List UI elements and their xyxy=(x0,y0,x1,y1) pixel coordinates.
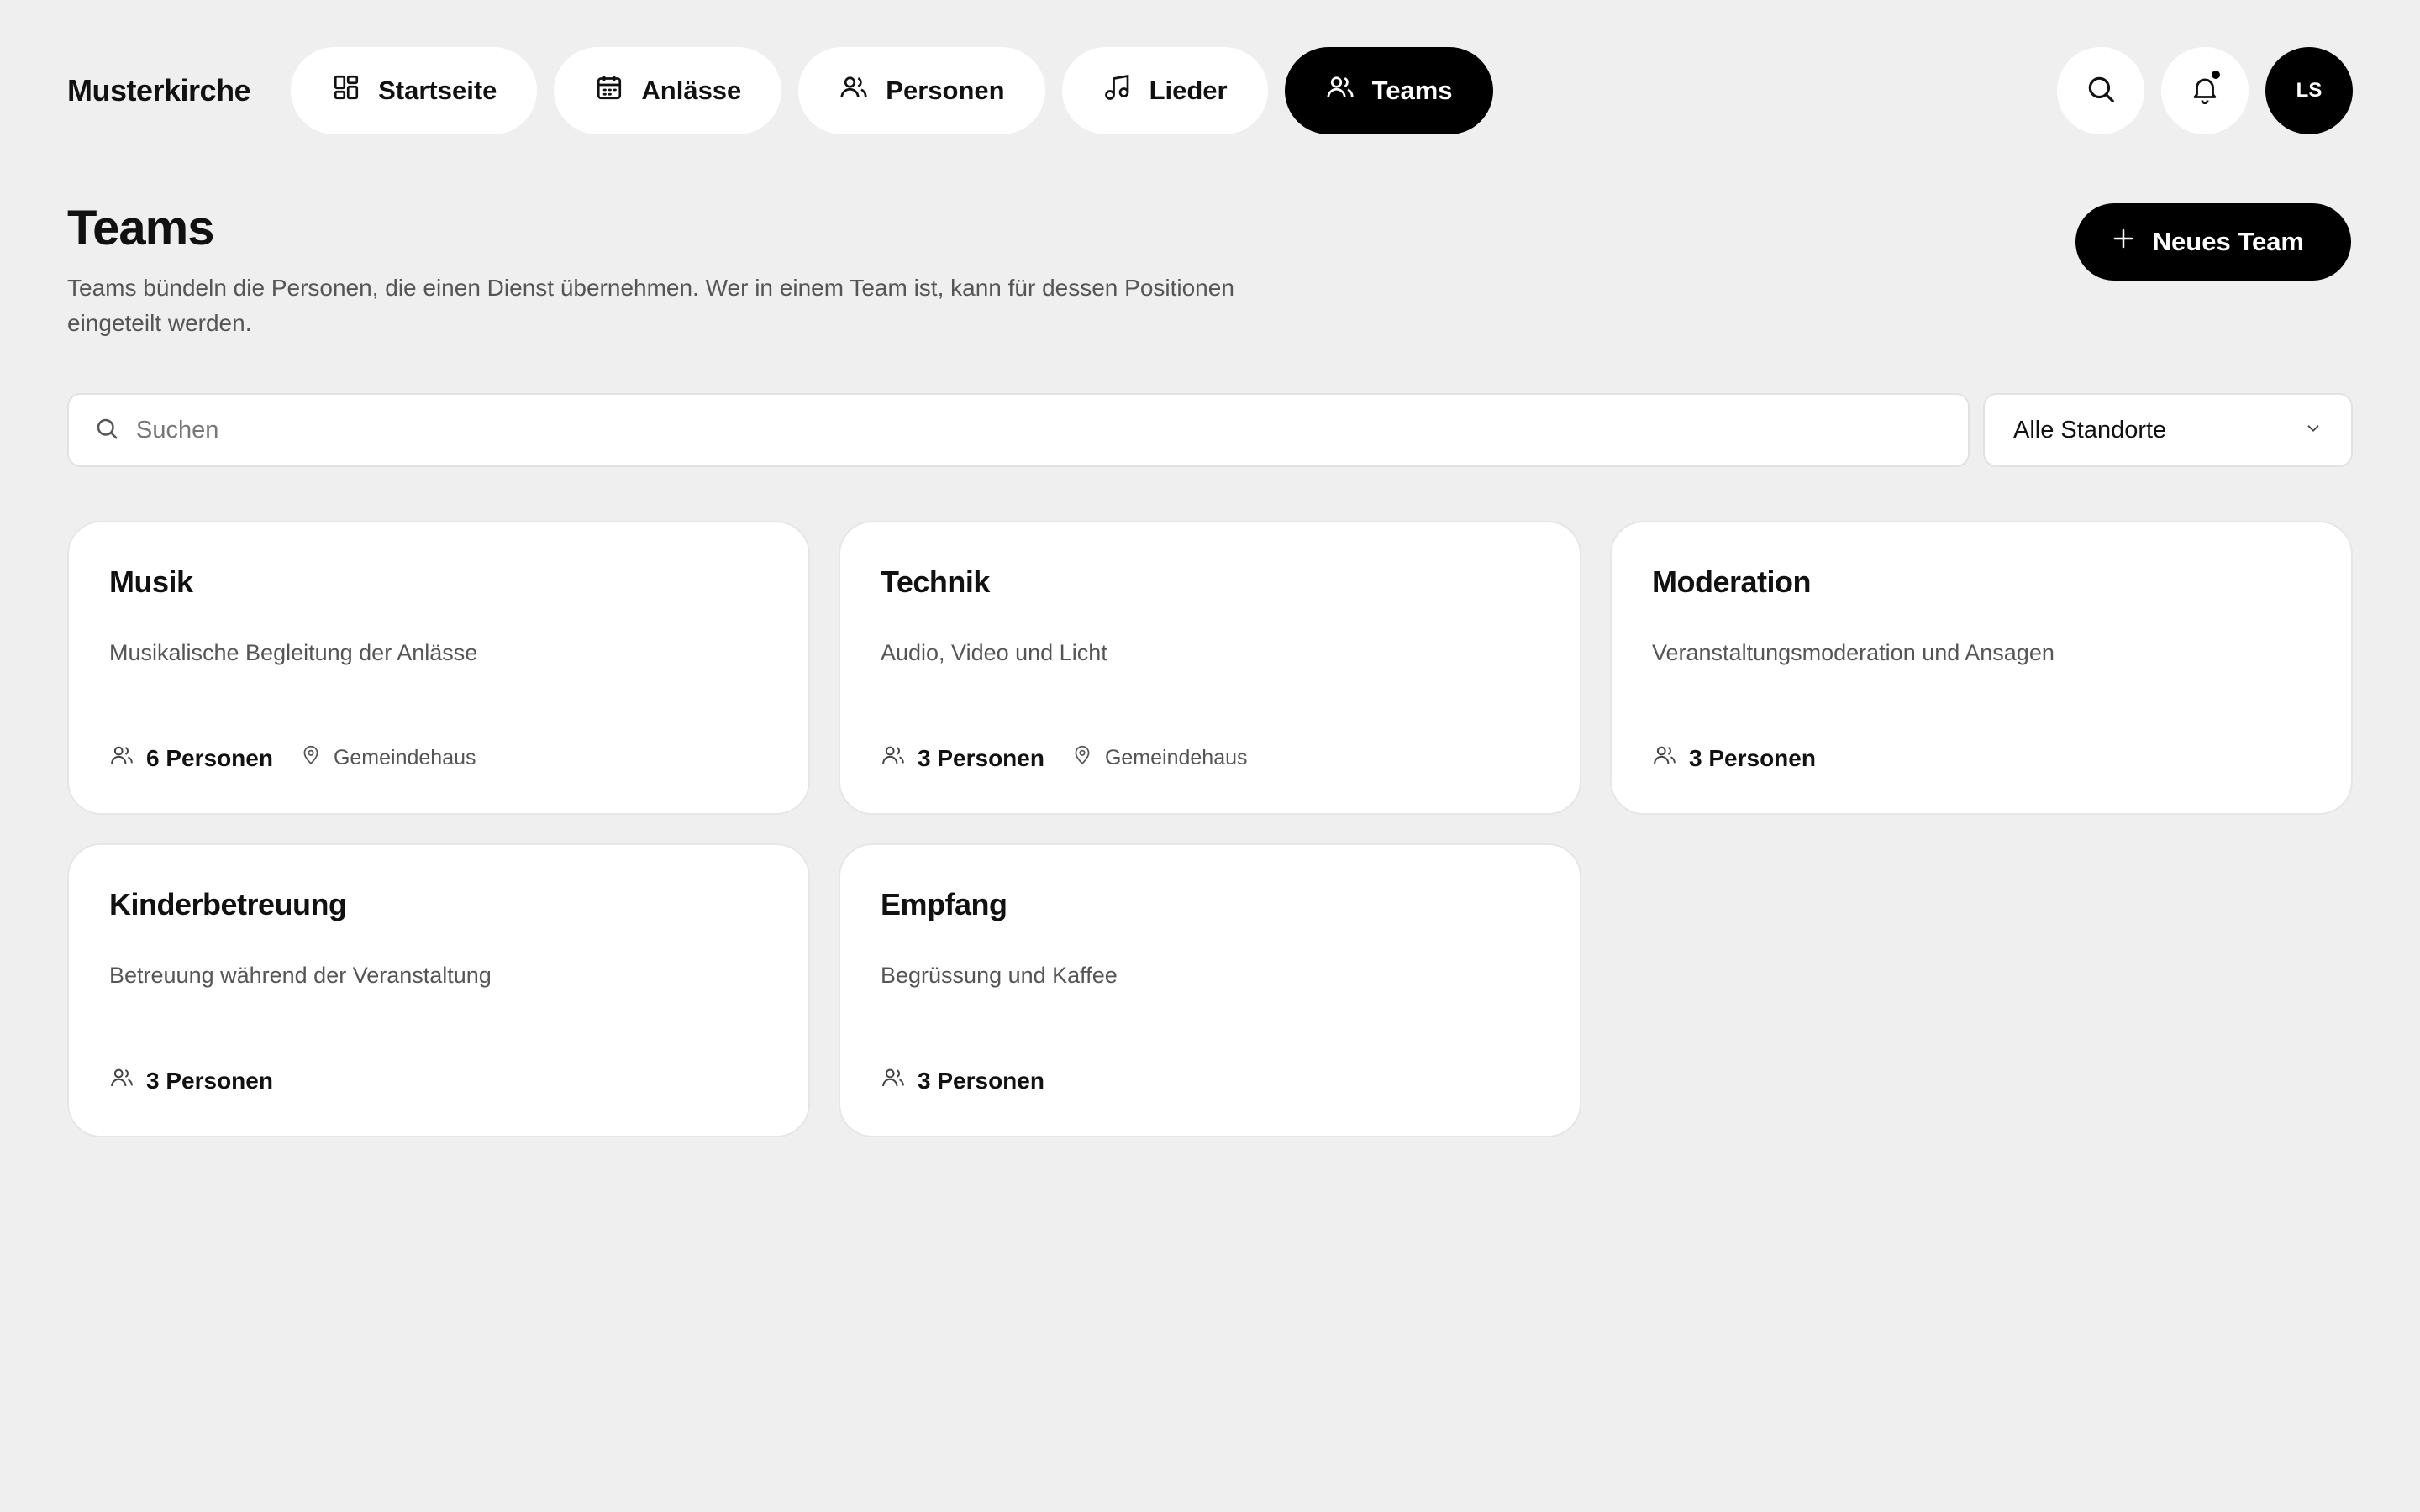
users-icon xyxy=(839,72,869,109)
nav-item-personen[interactable]: Personen xyxy=(798,47,1045,134)
search-button[interactable] xyxy=(2057,47,2144,134)
nav-item-teams[interactable]: Teams xyxy=(1284,47,1493,134)
team-name: Technik xyxy=(881,564,990,599)
people-count-label: 3 Personen xyxy=(918,744,1044,771)
notifications-button[interactable] xyxy=(2161,47,2249,134)
nav-item-anlaesse[interactable]: Anlässe xyxy=(554,47,782,134)
people-count-label: 3 Personen xyxy=(1689,744,1816,771)
nav-item-label: Startseite xyxy=(378,76,497,105)
team-name: Empfang xyxy=(881,887,1007,921)
team-meta: 6 Personen Gemeindehaus xyxy=(109,743,476,774)
team-people-count: 3 Personen xyxy=(109,1065,273,1096)
notification-badge xyxy=(2210,69,2222,81)
team-name: Moderation xyxy=(1652,564,1812,599)
team-description: Audio, Video und Licht xyxy=(881,640,1107,665)
team-description: Musikalische Begleitung der Anlässe xyxy=(109,640,478,665)
new-team-label: Neues Team xyxy=(2152,227,2304,256)
nav-item-label: Teams xyxy=(1371,76,1453,105)
nav-item-lieder[interactable]: Lieder xyxy=(1061,47,1268,134)
top-bar: Musterkirche Startseite Anlässe Personen xyxy=(67,47,2353,134)
people-count-label: 3 Personen xyxy=(918,1067,1044,1094)
team-description: Begrüssung und Kaffee xyxy=(881,963,1118,988)
page-title: Teams xyxy=(67,201,214,255)
people-count-label: 6 Personen xyxy=(146,744,273,771)
people-count-label: 3 Personen xyxy=(146,1067,273,1094)
nav-item-startseite[interactable]: Startseite xyxy=(291,47,538,134)
users-icon xyxy=(109,1065,134,1096)
location-select-value: Alle Standorte xyxy=(2013,416,2167,444)
users-icon xyxy=(881,743,906,774)
plus-icon xyxy=(2111,226,2136,258)
location-select[interactable]: Alle Standorte xyxy=(1983,393,2353,467)
nav-item-label: Personen xyxy=(886,76,1005,105)
page-description: Teams bündeln die Personen, die einen Di… xyxy=(67,275,1234,336)
users-icon xyxy=(1325,72,1355,109)
search-field[interactable] xyxy=(67,393,1970,467)
search-input[interactable] xyxy=(136,416,1943,444)
team-meta: 3 Personen xyxy=(881,1065,1044,1096)
team-meta: 3 Personen Gemeindehaus xyxy=(881,743,1248,774)
map-pin-icon xyxy=(300,744,322,772)
team-name: Kinderbetreuung xyxy=(109,887,347,921)
location-label: Gemeindehaus xyxy=(333,746,476,769)
team-card-empfang[interactable]: Empfang Begrüssung und Kaffee 3 Personen xyxy=(839,843,1581,1137)
search-icon xyxy=(94,416,119,445)
team-card-technik[interactable]: Technik Audio, Video und Licht 3 Persone… xyxy=(839,521,1581,815)
team-grid: Musik Musikalische Begleitung der Anläss… xyxy=(67,521,2353,1137)
user-avatar[interactable]: LS xyxy=(2265,47,2353,134)
team-card-musik[interactable]: Musik Musikalische Begleitung der Anläss… xyxy=(67,521,810,815)
main-nav: Startseite Anlässe Personen Lieder Teams xyxy=(291,47,1493,134)
map-pin-icon xyxy=(1071,744,1093,772)
teams-page: Musterkirche Startseite Anlässe Personen xyxy=(0,0,2420,1512)
users-icon xyxy=(881,1065,906,1096)
nav-item-label: Anlässe xyxy=(641,76,742,105)
team-card-kinderbetreuung[interactable]: Kinderbetreuung Betreuung während der Ve… xyxy=(67,843,810,1137)
team-people-count: 3 Personen xyxy=(881,1065,1044,1096)
team-people-count: 3 Personen xyxy=(881,743,1044,774)
team-location: Gemeindehaus xyxy=(1071,744,1248,772)
users-icon xyxy=(109,743,134,774)
chevron-down-icon xyxy=(2304,417,2323,444)
brand-logo[interactable]: Musterkirche xyxy=(67,73,251,108)
team-description: Veranstaltungsmoderation und Ansagen xyxy=(1652,640,2054,665)
top-actions: LS xyxy=(2057,47,2353,134)
team-description: Betreuung während der Veranstaltung xyxy=(109,963,492,988)
dashboard-icon xyxy=(331,72,361,109)
team-name: Musik xyxy=(109,564,193,599)
team-people-count: 6 Personen xyxy=(109,743,273,774)
users-icon xyxy=(1652,743,1677,774)
team-location: Gemeindehaus xyxy=(300,744,476,772)
new-team-button[interactable]: Neues Team xyxy=(2075,203,2351,281)
team-meta: 3 Personen xyxy=(1652,743,1816,774)
team-people-count: 3 Personen xyxy=(1652,743,1816,774)
nav-item-label: Lieder xyxy=(1149,76,1228,105)
team-card-moderation[interactable]: Moderation Veranstaltungsmoderation und … xyxy=(1610,521,2353,815)
location-label: Gemeindehaus xyxy=(1104,746,1248,769)
music-icon xyxy=(1102,72,1133,109)
search-icon xyxy=(2085,73,2117,109)
team-meta: 3 Personen xyxy=(109,1065,273,1096)
calendar-icon xyxy=(594,72,624,109)
